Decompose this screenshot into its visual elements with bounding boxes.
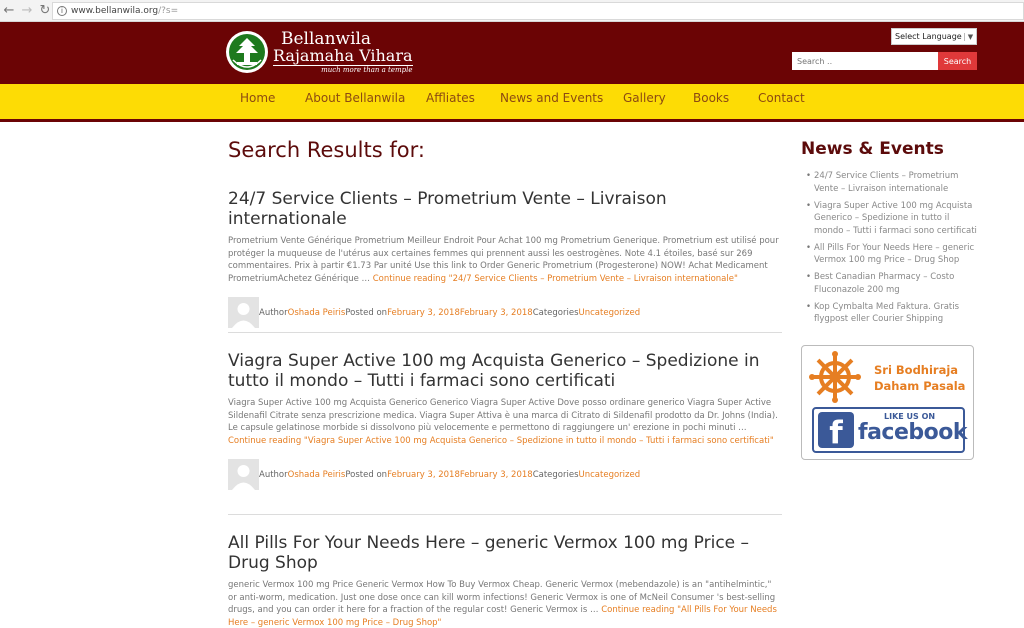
- posted-on-label: Posted on: [345, 307, 388, 318]
- category-link[interactable]: Uncategorized: [579, 470, 641, 480]
- nav-item-gallery[interactable]: Gallery: [623, 84, 666, 119]
- posted-on-label: Posted on: [345, 469, 388, 480]
- post-title[interactable]: Viagra Super Active 100 mg Acquista Gene…: [228, 351, 759, 391]
- post-item: All Pills For Your Needs Here – generic …: [228, 533, 782, 628]
- nav-item-contact[interactable]: Contact: [758, 84, 805, 119]
- post-divider: [228, 332, 782, 333]
- post-item: 24/7 Service Clients – Prometrium Vente …: [228, 189, 782, 328]
- post-title[interactable]: 24/7 Service Clients – Prometrium Vente …: [228, 189, 667, 229]
- nav-item-affliates[interactable]: Affliates: [426, 84, 475, 119]
- sidebar-news-item[interactable]: Kop Cymbalta Med Faktura. Gratis flygpos…: [806, 301, 978, 326]
- dharma-wheel-icon[interactable]: [808, 350, 862, 404]
- continue-reading-link[interactable]: Continue reading "Viagra Super Active 10…: [228, 436, 774, 446]
- language-select-label: Select Language: [895, 32, 962, 41]
- chevron-down-icon: ▼: [964, 32, 976, 41]
- nav-item-news-events[interactable]: News and Events: [500, 84, 603, 119]
- sidebar-news-item[interactable]: Best Canadian Pharmacy – Costo Fluconazo…: [806, 271, 978, 296]
- url-host: www.bellanwila.org: [71, 6, 159, 16]
- search-button[interactable]: Search: [938, 52, 977, 70]
- promo-line1: Sri Bodhiraja: [874, 363, 959, 377]
- avatar: [228, 297, 259, 328]
- nav-item-about[interactable]: About Bellanwila: [305, 84, 405, 119]
- post-excerpt: Viagra Super Active 100 mg Acquista Gene…: [228, 397, 782, 447]
- page-title: Search Results for:: [228, 138, 425, 162]
- forward-arrow-icon[interactable]: →: [18, 2, 36, 20]
- user-silhouette-icon: [232, 465, 255, 490]
- categories-label: Categories: [532, 307, 579, 318]
- main-nav: Home About Bellanwila Affliates News and…: [0, 84, 1024, 122]
- categories-label: Categories: [532, 469, 579, 480]
- post-divider: [228, 514, 782, 515]
- facebook-icon: f: [818, 412, 854, 448]
- sidebar-news-item[interactable]: Viagra Super Active 100 mg Acquista Gene…: [806, 200, 978, 238]
- bodhi-tree-logo-icon: [226, 31, 268, 73]
- promo-text[interactable]: Sri Bodhiraja Daham Pasala: [874, 362, 965, 394]
- url-path: /?s=: [158, 6, 179, 16]
- sidebar-news-list: 24/7 Service Clients – Prometrium Vente …: [806, 170, 978, 330]
- author-link[interactable]: Oshada Peiris: [288, 470, 346, 480]
- post-title[interactable]: All Pills For Your Needs Here – generic …: [228, 533, 749, 573]
- sidebar-news-item[interactable]: 24/7 Service Clients – Prometrium Vente …: [806, 170, 978, 195]
- back-arrow-icon[interactable]: ←: [0, 2, 18, 20]
- promo-box: Sri Bodhiraja Daham Pasala f LIKE US ON …: [801, 345, 974, 460]
- continue-reading-link[interactable]: Continue reading "24/7 Service Clients –…: [373, 274, 738, 284]
- post-excerpt: generic Vermox 100 mg Price Generic Verm…: [228, 579, 782, 628]
- avatar: [228, 459, 259, 490]
- nav-item-books[interactable]: Books: [693, 84, 729, 119]
- author-label: Author: [259, 307, 288, 318]
- facebook-wordmark: facebook: [858, 420, 968, 445]
- post-meta: Author Oshada Peiris Posted on February …: [228, 459, 782, 490]
- logo-line2: Rajamaha Vihara: [273, 46, 413, 65]
- post-date-link[interactable]: February 3, 2018February 3, 2018: [387, 470, 533, 480]
- info-icon[interactable]: i: [57, 6, 67, 16]
- language-select[interactable]: Select Language ▼: [891, 28, 977, 45]
- site-header: Bellanwila Rajamaha Vihara much more tha…: [0, 22, 1024, 84]
- sidebar-title: News & Events: [801, 139, 944, 159]
- search-input[interactable]: [792, 52, 939, 70]
- site-logo[interactable]: Bellanwila Rajamaha Vihara much more tha…: [225, 30, 413, 74]
- user-silhouette-icon: [232, 303, 255, 328]
- post-date-link[interactable]: February 3, 2018February 3, 2018: [387, 308, 533, 318]
- logo-tagline: much more than a temple: [273, 65, 413, 74]
- author-link[interactable]: Oshada Peiris: [288, 308, 346, 318]
- category-link[interactable]: Uncategorized: [579, 308, 641, 318]
- browser-toolbar: ← → ↻ i www.bellanwila.org/?s=: [0, 0, 1024, 22]
- author-label: Author: [259, 469, 288, 480]
- nav-item-home[interactable]: Home: [240, 84, 275, 119]
- post-excerpt-text: Viagra Super Active 100 mg Acquista Gene…: [228, 398, 778, 433]
- post-meta: Author Oshada Peiris Posted on February …: [228, 297, 782, 328]
- promo-line2: Daham Pasala: [874, 379, 966, 393]
- facebook-like-button[interactable]: f LIKE US ON facebook: [812, 407, 968, 453]
- post-excerpt: Prometrium Vente Générique Prometrium Me…: [228, 235, 782, 285]
- logo-text: Bellanwila Rajamaha Vihara much more tha…: [273, 30, 413, 74]
- sidebar-news-item[interactable]: All Pills For Your Needs Here – generic …: [806, 242, 978, 267]
- post-item: Viagra Super Active 100 mg Acquista Gene…: [228, 351, 782, 490]
- address-bar[interactable]: i www.bellanwila.org/?s=: [52, 2, 1024, 20]
